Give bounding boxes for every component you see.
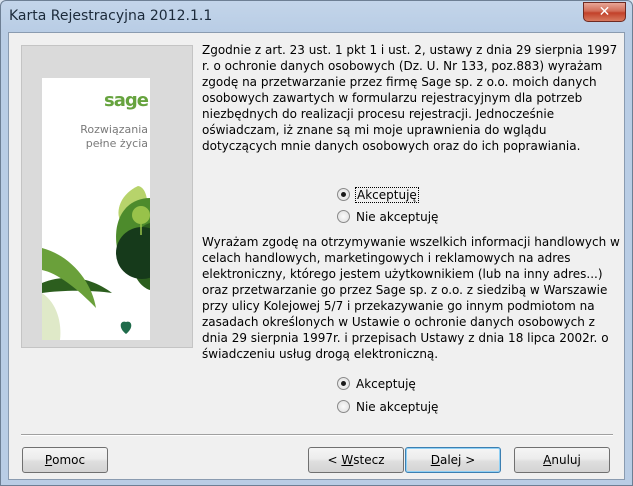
- consent-marketing-decline-radio[interactable]: [337, 400, 350, 413]
- help-button[interactable]: Pomoc: [22, 447, 108, 473]
- tagline-line1: Rozwiązania: [80, 123, 148, 136]
- help-label: omoc: [52, 453, 86, 467]
- marketing-consent-text: Wyrażam zgodę na otrzymywanie wszelkich …: [202, 235, 620, 361]
- banner-tagline: Rozwiązania pełne życia: [60, 123, 148, 151]
- consent-marketing-decline-option[interactable]: Nie akceptuję: [337, 398, 438, 415]
- consent-marketing-accept-radio[interactable]: [337, 377, 350, 390]
- dialog-body: sage Rozwiązania pełne życia Zgodnie z a…: [8, 32, 625, 480]
- consent-data-decline-label[interactable]: Nie akceptuję: [356, 210, 438, 224]
- cancel-accesskey: A: [543, 453, 552, 467]
- close-button[interactable]: ✕: [583, 2, 626, 22]
- close-icon: ✕: [598, 4, 611, 20]
- consent-data-decline-radio[interactable]: [337, 210, 350, 223]
- back-button[interactable]: < Wstecz: [308, 447, 404, 473]
- consent-data-accept-option[interactable]: Akceptuję: [337, 186, 419, 203]
- window-title: Karta Rejestracyjna 2012.1.1: [9, 8, 213, 24]
- consent-marketing-accept-option[interactable]: Akceptuję: [337, 375, 416, 392]
- consent-data-decline-option[interactable]: Nie akceptuję: [337, 208, 438, 225]
- help-accesskey: P: [44, 453, 53, 467]
- banner-artwork: [42, 186, 150, 340]
- consent-data-accept-label[interactable]: Akceptuję: [355, 186, 419, 203]
- banner-frame: sage Rozwiązania pełne życia: [21, 45, 193, 348]
- next-button[interactable]: Dalej >: [405, 447, 501, 473]
- next-label: alej >: [439, 453, 476, 467]
- back-accesskey: W: [341, 453, 354, 467]
- cancel-button[interactable]: Anuluj: [514, 447, 610, 473]
- title-bar[interactable]: Karta Rejestracyjna 2012.1.1 ✕: [1, 1, 632, 33]
- tagline-line2: pełne życia: [85, 137, 148, 150]
- sage-logo: sage: [104, 90, 149, 111]
- back-prefix: <: [327, 453, 342, 467]
- button-separator: [21, 434, 613, 436]
- registration-window: Karta Rejestracyjna 2012.1.1 ✕ sage Rozw…: [0, 0, 633, 486]
- consent-marketing-accept-label[interactable]: Akceptuję: [356, 377, 416, 391]
- consent-data-accept-radio[interactable]: [337, 188, 350, 201]
- consent-marketing-decline-label[interactable]: Nie akceptuję: [356, 400, 438, 414]
- cancel-label: nuluj: [551, 453, 581, 467]
- back-label: stecz: [353, 453, 385, 467]
- sage-banner: sage Rozwiązania pełne życia: [42, 78, 150, 340]
- next-accesskey: D: [430, 453, 440, 467]
- data-processing-consent-text: Zgodnie z art. 23 ust. 1 pkt 1 i ust. 2,…: [202, 43, 618, 153]
